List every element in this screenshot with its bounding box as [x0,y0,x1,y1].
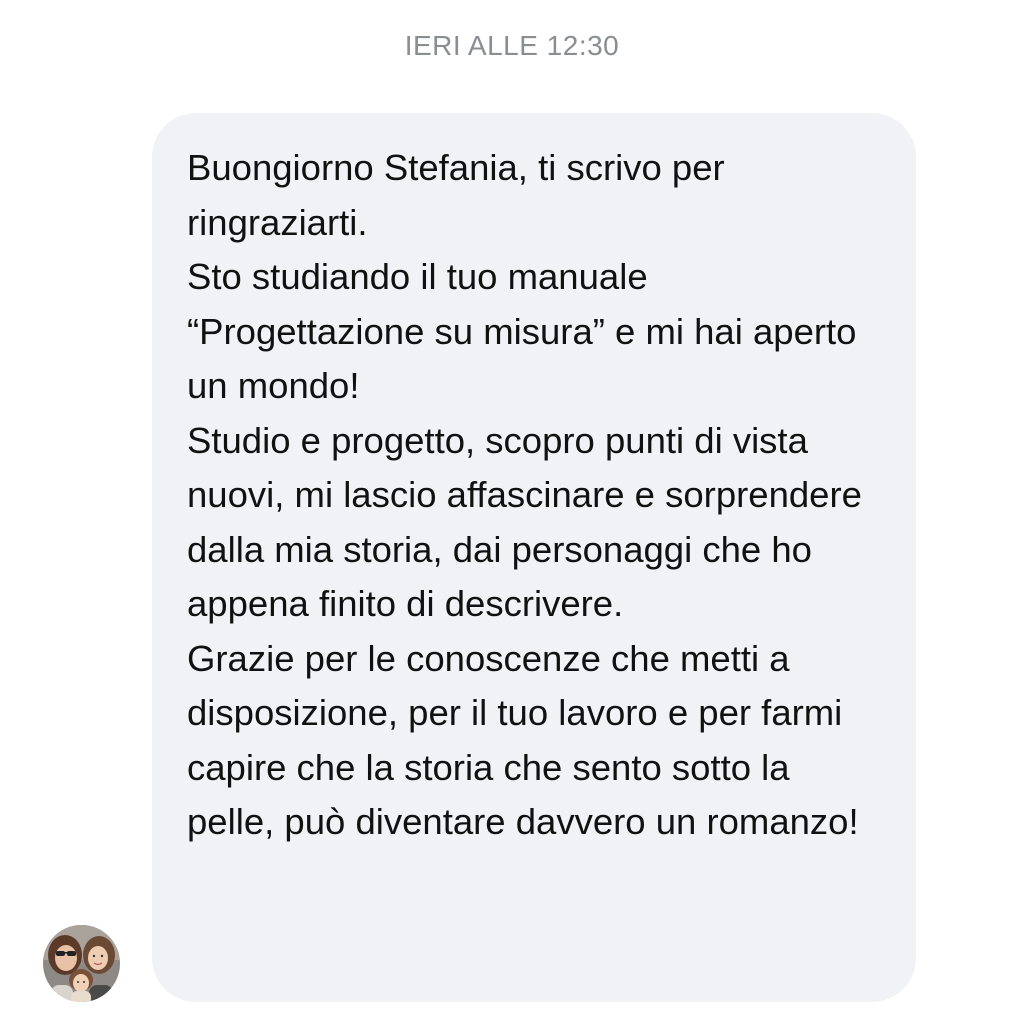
message-paragraph: Buongiorno Stefania, ti scrivo per ringr… [187,147,725,243]
message-bubble[interactable]: Buongiorno Stefania, ti scrivo per ringr… [152,113,916,1002]
message-timestamp: IERI ALLE 12:30 [404,30,620,61]
message-paragraph: Grazie per le conoscenze che metti a dis… [187,637,859,843]
avatar-icon [43,925,120,1002]
message-paragraph: Sto studiando il tuo manuale “Progettazi… [187,256,857,406]
message-paragraph: Studio e progetto, scopro punti di vista… [187,419,862,625]
chat-screen: IERI ALLE 12:30 Buongiorno Stefania, ti … [0,0,1024,1024]
sender-avatar[interactable] [43,925,120,1002]
